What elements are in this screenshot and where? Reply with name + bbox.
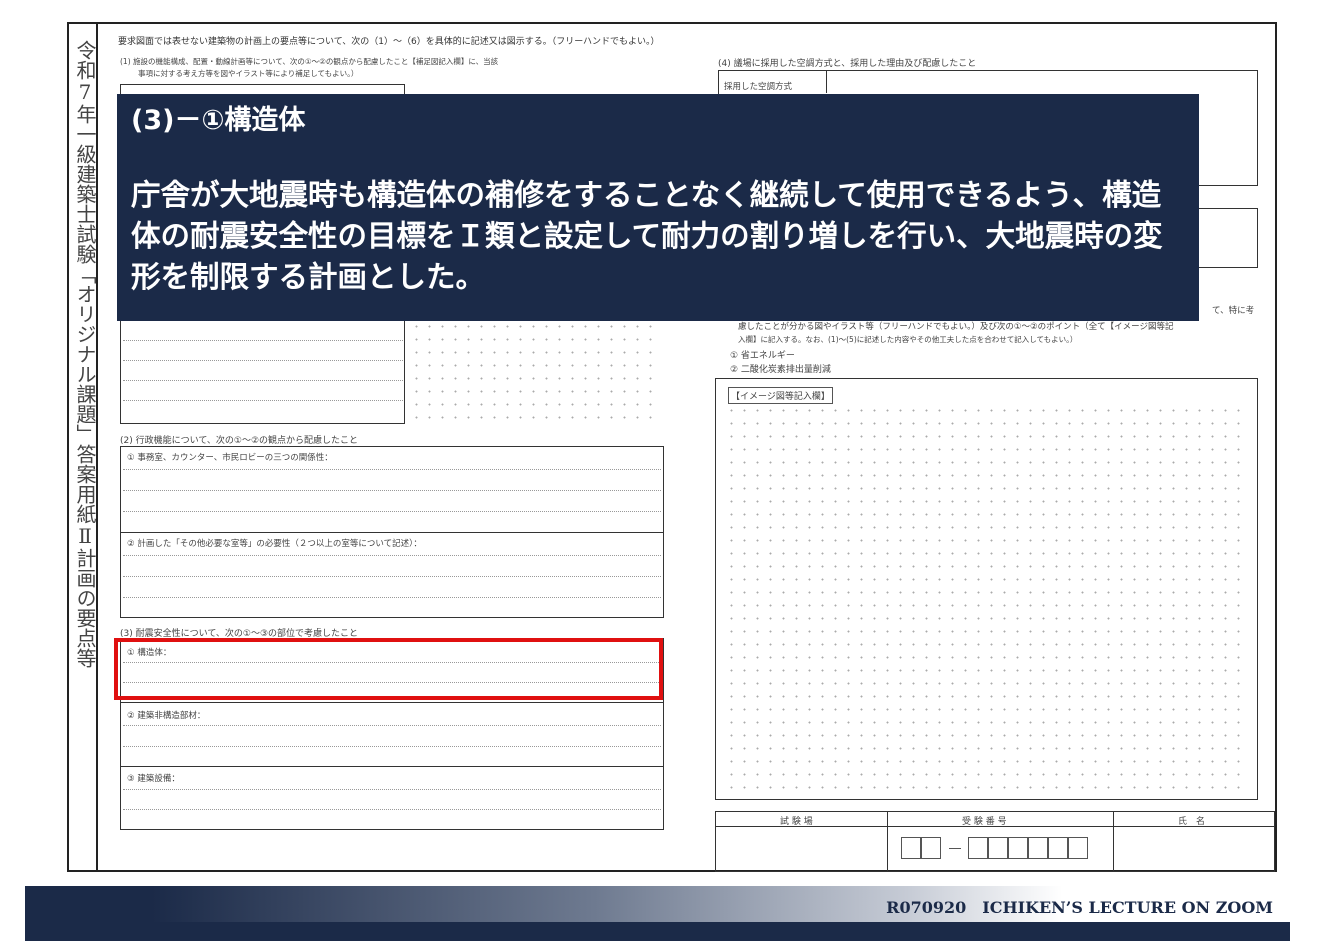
sheet-side-title: 令和7年一級建築士試験「オリジナル課題」答案用紙Ⅱ計画の要点等 [73,40,97,668]
q2-2-label: ② 計画した「その他必要な室等」の必要性（２つ以上の室等について記述）： [127,539,422,549]
answer-line [123,597,661,598]
sheet-header: 要求図面では表せない建築物の計画上の要点等について、次の（1）〜（6）を具体的に… [118,37,660,47]
answer-line [123,555,661,556]
overlay-body: 庁舎が大地震時も構造体の補修をすることなく継続して使用できるよう、構造体の耐震安… [131,178,1163,294]
q4-cell-divider [826,71,827,93]
q3-separator [121,766,663,767]
exam-number-cell [1048,837,1068,859]
q1-sketch-grid [410,320,662,422]
exam-number-cell [1068,837,1088,859]
footer-text: R070920 ICHIKEN’S LECTURE ON ZOOM [886,898,1273,917]
exam-table-divider [1113,812,1114,871]
q6-point-2: ② 二酸化炭素排出量削減 [730,365,831,375]
exam-number-cell [921,837,941,859]
overlay-title: (3)－①構造体 [131,105,306,136]
highlight-box [114,638,663,700]
name-label: 氏 名 [1178,817,1206,827]
answer-line [123,511,661,512]
exam-number-cell [901,837,921,859]
exam-table-divider [887,812,888,871]
answer-line [123,725,661,726]
exam-number-dash [949,848,961,849]
q6-text-c: 入欄】に記入する。なお、(1)〜(5)に記述した内容やその他工夫した点を合わせて… [738,335,1078,344]
q1-text: (1) 施設の機能構成、配置・動線計画等について、次の①〜②の観点から配慮したこ… [120,57,499,66]
q1-subtext: 事項に対する考え方等を図やイラスト等により補足してもよい。） [138,69,359,78]
image-entry-label: 【イメージ図等記入欄】 [728,387,833,404]
q3-separator [121,702,663,703]
q6-text-b: 慮したことが分かる図やイラスト等（フリーハンドでもよい。）及び次の①〜②のポイン… [738,322,1174,332]
q2-separator [121,532,663,533]
exam-site-label: 試 験 場 [780,817,813,827]
footer-band [25,922,1290,941]
answer-line [123,340,403,341]
q6-text-a: て、特に考 [1212,306,1255,316]
answer-line [123,490,661,491]
q4-text: (4) 議場に採用した空調方式と、採用した理由及び配慮したこと [718,59,977,69]
answer-line [123,746,661,747]
exam-number-label: 受 験 番 号 [962,817,1007,827]
answer-line [123,469,661,470]
answer-line [123,360,403,361]
exam-number-cell [968,837,988,859]
answer-line [123,576,661,577]
answer-line [123,380,403,381]
q3-2-label: ② 建築非構造部材： [127,711,206,721]
image-entry-grid [725,404,1250,794]
exam-number-cell [988,837,1008,859]
answer-line [123,789,661,790]
q6-point-1: ① 省エネルギー [730,351,795,361]
q2-text: (2) 行政機能について、次の①〜②の観点から配慮したこと [120,436,359,446]
explanation-overlay: (3)－①構造体 庁舎が大地震時も構造体の補修をすることなく継続して使用できるよ… [117,94,1199,321]
answer-line [123,809,661,810]
q4-label: 採用した空調方式 [724,82,793,92]
answer-line [123,400,403,401]
exam-number-cell [1028,837,1048,859]
exam-number-cell [1008,837,1028,859]
q2-1-label: ① 事務室、カウンター、市民ロビーの三つの関係性： [127,453,333,463]
q3-3-label: ③ 建築設備： [127,774,180,784]
